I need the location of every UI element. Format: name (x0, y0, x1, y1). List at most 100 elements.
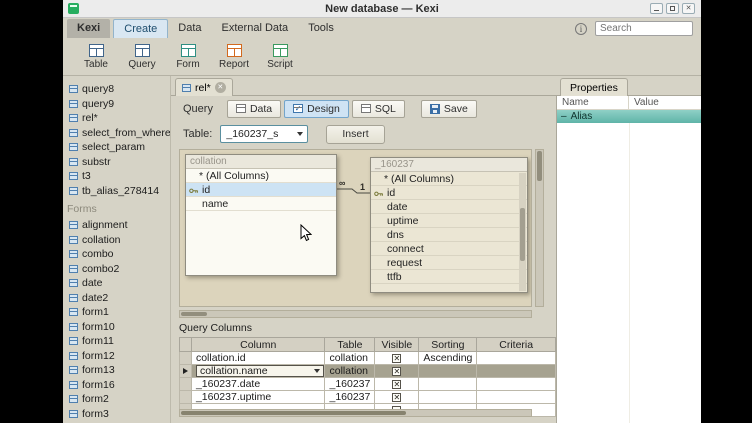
sidebar-item-query9[interactable]: query9 (63, 97, 170, 112)
design-table-collation[interactable]: collation* (All Columns)idname (185, 154, 337, 276)
cell-criteria[interactable] (477, 378, 556, 391)
design-table-title[interactable]: _160237 (371, 158, 527, 172)
design-table-title[interactable]: collation (186, 155, 336, 169)
visible-checkbox[interactable] (392, 354, 401, 363)
minimize-button[interactable] (650, 3, 663, 14)
sidebar-item-form11[interactable]: form11 (63, 334, 170, 349)
titlebar[interactable]: New database — Kexi (63, 0, 701, 18)
sidebar-item-collation[interactable]: collation (63, 233, 170, 248)
tab-tools[interactable]: Tools (298, 19, 344, 38)
sidebar-item-date2[interactable]: date2 (63, 291, 170, 306)
visible-checkbox[interactable] (392, 380, 401, 389)
design-table-field-ttfb[interactable]: ttfb (371, 270, 527, 284)
sidebar-item-combo2[interactable]: combo2 (63, 262, 170, 277)
tab-kexi[interactable]: Kexi (67, 19, 110, 38)
sidebar-item-t3[interactable]: t3 (63, 169, 170, 184)
column-header-visible[interactable]: Visible (375, 338, 419, 352)
sidebar-item-tb-alias-278414[interactable]: tb_alias_278414 (63, 184, 170, 199)
column-header-criteria[interactable]: Criteria (477, 338, 556, 352)
tab-data[interactable]: Data (168, 19, 211, 38)
relation-canvas[interactable]: collation* (All Columns)idname _160237* … (179, 149, 532, 307)
sidebar-item-form1[interactable]: form1 (63, 305, 170, 320)
sidebar-item-select-param[interactable]: select_param (63, 140, 170, 155)
column-header-sorting[interactable]: Sorting (419, 338, 477, 352)
design-table-160237[interactable]: _160237* (All Columns)iddateuptimednscon… (370, 157, 528, 293)
cell-table[interactable]: collation (325, 352, 375, 365)
cell-sorting[interactable] (419, 365, 477, 378)
properties-tab[interactable]: Properties (560, 78, 628, 96)
sidebar-item-rel[interactable]: rel* (63, 111, 170, 126)
cell-table[interactable]: _160237 (325, 378, 375, 391)
query-columns-row[interactable]: _160237.date_160237 (180, 378, 556, 391)
cell-visible[interactable] (375, 378, 419, 391)
cell-visible[interactable] (375, 352, 419, 365)
design-table-field-connect[interactable]: connect (371, 242, 527, 256)
property-row-alias[interactable]: Alias (557, 110, 701, 123)
design-table-field-id[interactable]: id (371, 186, 527, 200)
cell-visible[interactable] (375, 365, 419, 378)
cell-column[interactable]: collation.id (191, 352, 325, 365)
cell-sorting[interactable]: Ascending (419, 352, 477, 365)
document-tab-rel[interactable]: rel* (175, 78, 233, 96)
column-combobox[interactable]: collation.name (196, 365, 325, 377)
table-combobox[interactable]: _160237_s (220, 125, 308, 143)
sidebar-item-alignment[interactable]: alignment (63, 218, 170, 233)
cell-table[interactable]: collation (325, 365, 375, 378)
sidebar-item-query8[interactable]: query8 (63, 82, 170, 97)
sidebar-item-form10[interactable]: form10 (63, 320, 170, 335)
toolbar-item-form[interactable]: Form (167, 38, 209, 75)
tab-external-data[interactable]: External Data (212, 19, 299, 38)
toolbar-item-script[interactable]: Script (259, 38, 301, 75)
query-columns-row[interactable]: collation.namecollation (180, 365, 556, 378)
search-input[interactable] (595, 21, 693, 36)
query-columns-row[interactable]: _160237.uptime_160237 (180, 391, 556, 404)
canvas-horizontal-scrollbar[interactable] (179, 310, 532, 318)
maximize-button[interactable] (666, 3, 679, 14)
canvas-vertical-scrollbar[interactable] (535, 149, 544, 307)
sidebar-item-form13[interactable]: form13 (63, 363, 170, 378)
design-table-field-id[interactable]: id (186, 183, 336, 197)
sidebar-item-substr[interactable]: substr (63, 155, 170, 170)
table-fields-scrollbar[interactable] (519, 173, 526, 291)
sidebar-item-form3[interactable]: form3 (63, 407, 170, 422)
sidebar-item-form12[interactable]: form12 (63, 349, 170, 364)
cell-column[interactable]: _160237.date (191, 378, 325, 391)
view-button-design[interactable]: Design (284, 100, 349, 118)
sidebar-item-select-from-where[interactable]: select_from_where (63, 126, 170, 141)
design-table-field-all-columns[interactable]: * (All Columns) (186, 169, 336, 183)
tab-close-icon[interactable] (215, 82, 226, 93)
sidebar-item-date[interactable]: date (63, 276, 170, 291)
view-button-sql[interactable]: SQL (352, 100, 405, 118)
info-icon[interactable] (575, 23, 587, 35)
toolbar-item-report[interactable]: Report (213, 38, 255, 75)
bottom-horizontal-scrollbar[interactable] (179, 409, 532, 417)
query-columns-row[interactable]: collation.idcollation Ascending (180, 352, 556, 365)
design-table-field-request[interactable]: request (371, 256, 527, 270)
design-table-field-name[interactable]: name (186, 197, 336, 211)
cell-column[interactable]: collation.name (191, 365, 325, 378)
close-button[interactable] (682, 3, 695, 14)
visible-checkbox[interactable] (392, 367, 401, 376)
sidebar-item-combo[interactable]: combo (63, 247, 170, 262)
toolbar-item-query[interactable]: Query (121, 38, 163, 75)
tab-create[interactable]: Create (113, 19, 168, 38)
toolbar-item-table[interactable]: Table (75, 38, 117, 75)
view-button-data[interactable]: Data (227, 100, 281, 118)
save-button[interactable]: Save (421, 100, 477, 118)
visible-checkbox[interactable] (392, 393, 401, 402)
column-header-table[interactable]: Table (325, 338, 375, 352)
cell-criteria[interactable] (477, 391, 556, 404)
cell-sorting[interactable] (419, 391, 477, 404)
cell-criteria[interactable] (477, 365, 556, 378)
sidebar-item-form2[interactable]: form2 (63, 392, 170, 407)
design-table-field-dns[interactable]: dns (371, 228, 527, 242)
cell-column[interactable]: _160237.uptime (191, 391, 325, 404)
cell-sorting[interactable] (419, 378, 477, 391)
cell-criteria[interactable] (477, 352, 556, 365)
sidebar-item-form16[interactable]: form16 (63, 378, 170, 393)
cell-visible[interactable] (375, 391, 419, 404)
insert-button[interactable]: Insert (326, 125, 384, 144)
design-table-field-uptime[interactable]: uptime (371, 214, 527, 228)
cell-table[interactable]: _160237 (325, 391, 375, 404)
column-header-column[interactable]: Column (191, 338, 325, 352)
